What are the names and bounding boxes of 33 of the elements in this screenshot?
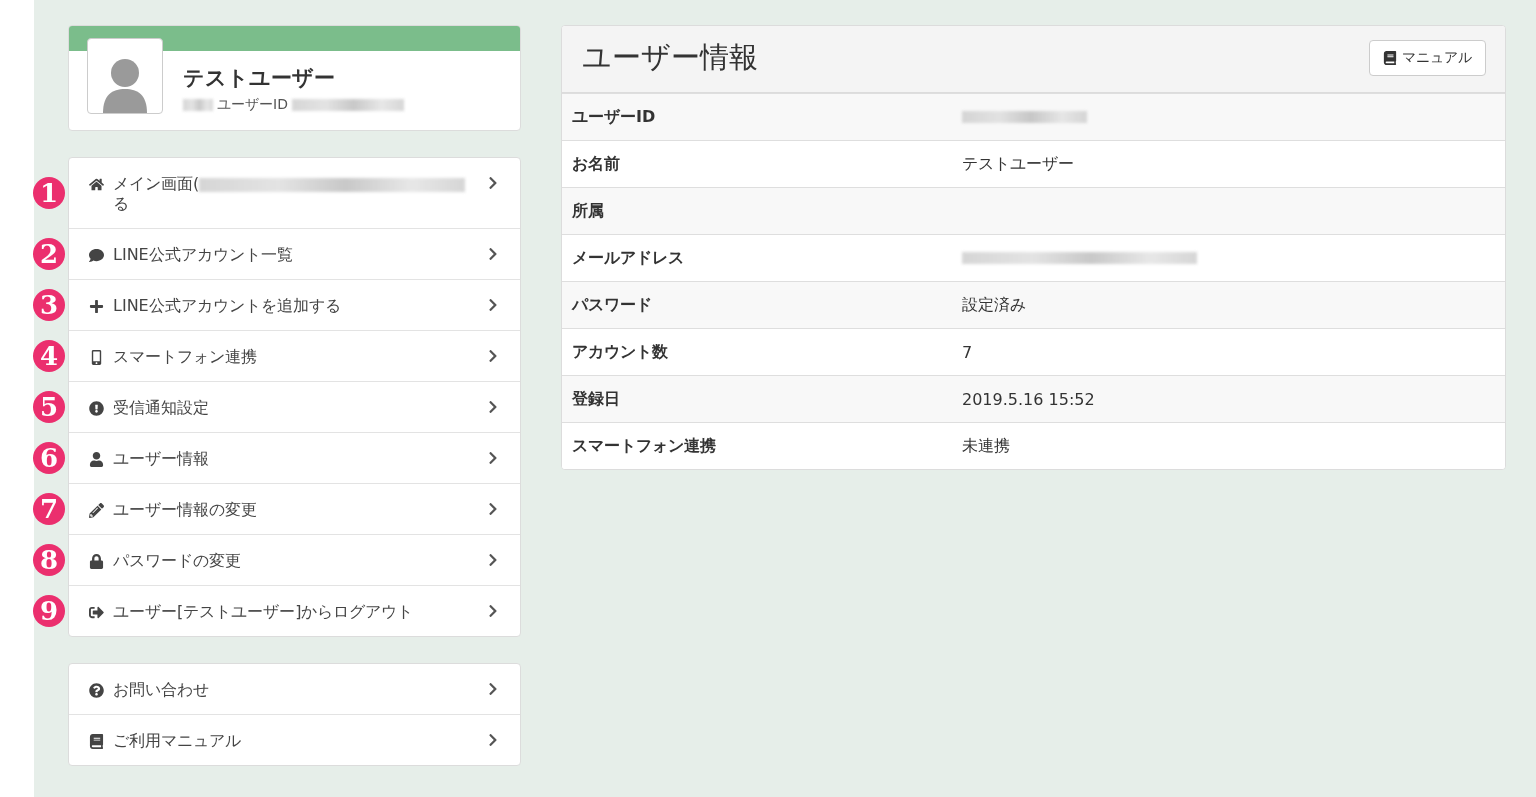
field-value: 設定済み xyxy=(962,294,1027,316)
field-label: メールアドレス xyxy=(572,247,685,269)
book-icon xyxy=(1383,51,1397,65)
number-badge: 1 xyxy=(33,177,65,209)
user-name: テストユーザー xyxy=(183,65,336,92)
field-label: パスワード xyxy=(572,294,653,316)
question-icon xyxy=(89,680,107,700)
user-id-label: ユーザーID xyxy=(217,96,288,114)
field-label: アカウント数 xyxy=(572,341,669,363)
number-badge: 3 xyxy=(33,289,65,321)
exclamation-icon xyxy=(89,398,107,418)
number-badge: 8 xyxy=(33,544,65,576)
field-label: 所属 xyxy=(572,200,605,222)
menu-item[interactable]: ご利用マニュアル xyxy=(69,714,520,765)
field-label: 登録日 xyxy=(572,388,621,410)
field-label: ユーザーID xyxy=(572,106,657,128)
number-badge: 6 xyxy=(33,442,65,474)
pencil-icon xyxy=(89,500,107,520)
number-badge: 9 xyxy=(33,595,65,627)
field-value: テストユーザー xyxy=(962,153,1075,175)
manual-button[interactable]: マニュアル xyxy=(1369,40,1486,76)
avatar-icon xyxy=(87,38,163,114)
field-value: 7 xyxy=(962,342,974,362)
field-value: 未連携 xyxy=(962,435,1011,457)
field-label: お名前 xyxy=(572,153,621,175)
number-badge: 5 xyxy=(33,391,65,423)
field-label: スマートフォン連携 xyxy=(572,435,717,457)
number-badge: 7 xyxy=(33,493,65,525)
panel-title: ユーザー情報 xyxy=(582,39,758,76)
field-value: 2019.5.16 15:52 xyxy=(962,389,1096,409)
number-badge: 4 xyxy=(33,340,65,372)
menu-item[interactable]: お問い合わせ xyxy=(69,664,520,714)
number-badge: 2 xyxy=(33,238,65,270)
